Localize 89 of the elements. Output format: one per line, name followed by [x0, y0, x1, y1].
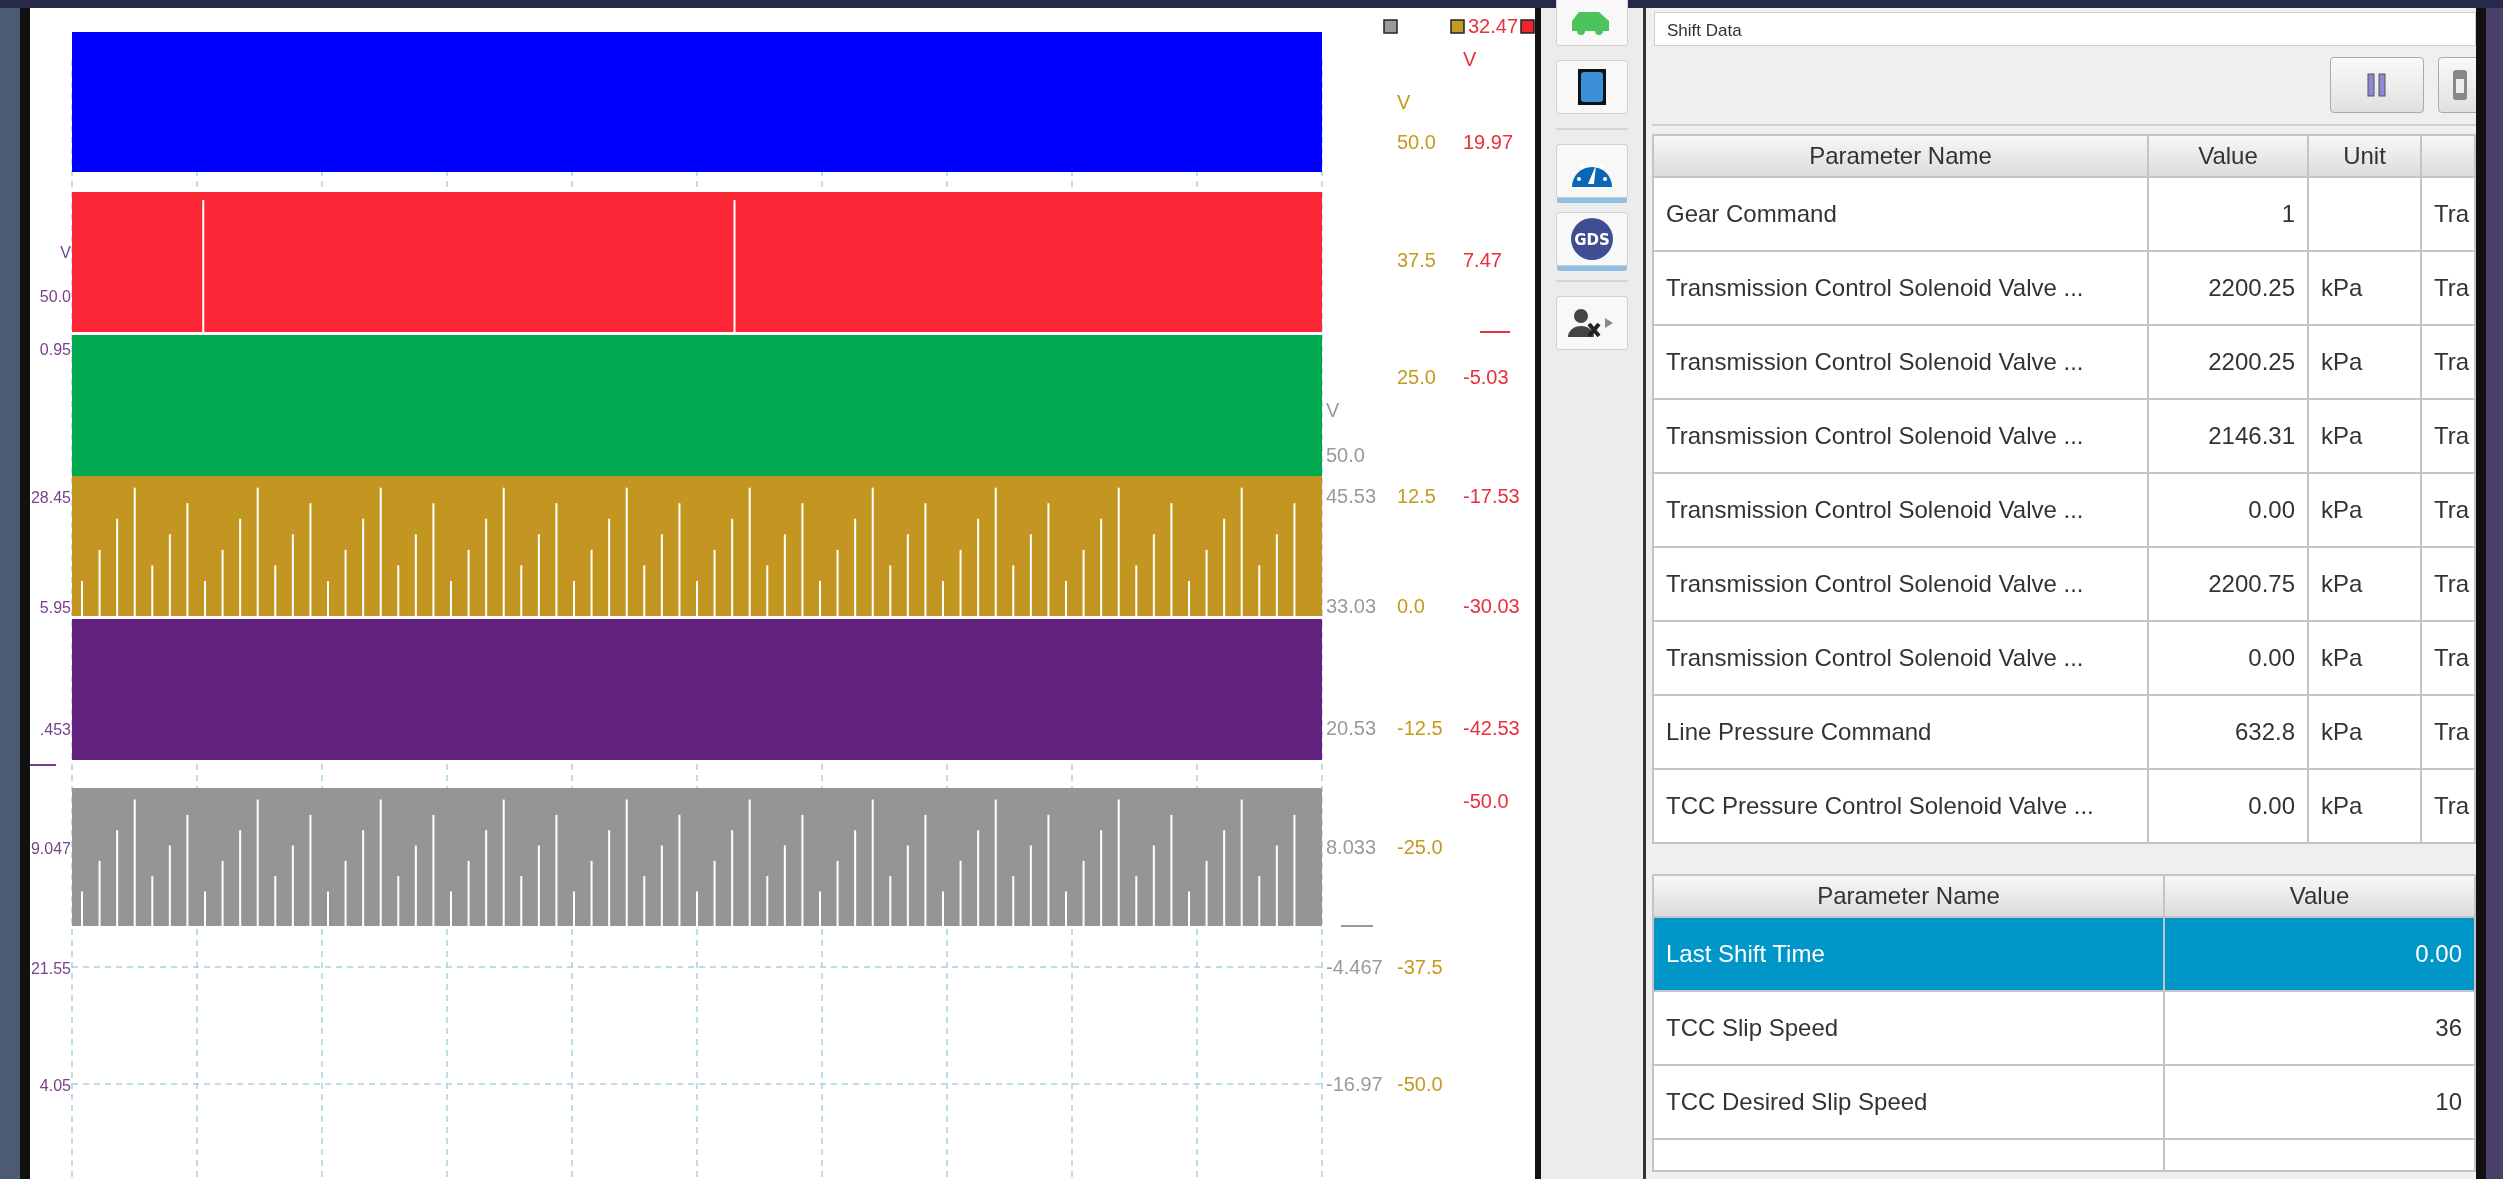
table-cell: TCC Pressure Control Solenoid Valve ... [1653, 769, 2148, 843]
axis-label: -42.53 [1463, 717, 1520, 739]
column-header[interactable]: Value [2164, 875, 2475, 917]
axis-label: V [1397, 91, 1411, 113]
table-cell: TCC Desired Slip Speed [1653, 1065, 2164, 1139]
axis-label: -50.0 [1397, 1073, 1443, 1095]
axis-label: 21.55 [30, 960, 71, 977]
table-cell: kPa [2308, 473, 2421, 547]
axis-label: -37.5 [1397, 956, 1443, 978]
table-cell: 0.00 [2148, 473, 2308, 547]
axis-label: V [60, 244, 71, 261]
axis-label: 50.0 [1326, 444, 1365, 466]
axis-label: V [1326, 399, 1340, 421]
axis-label: 28.45 [30, 489, 71, 506]
table-cell: 632.8 [2148, 695, 2308, 769]
axis-label: 8.033 [1326, 836, 1377, 858]
axis-label: 37.5 [1397, 249, 1436, 271]
axis-label: 0.95 [39, 341, 71, 358]
axis-label: 12.5 [1397, 485, 1436, 507]
square-icon [1578, 69, 1606, 105]
table-cell: kPa [2308, 325, 2421, 399]
axis-label: V [1463, 48, 1477, 70]
table-cell: Transmission Control Solenoid Valve ... [1653, 621, 2148, 695]
table-cell: kPa [2308, 399, 2421, 473]
table-cell: 2146.31 [2148, 399, 2308, 473]
axis-label: 32.47 [1468, 15, 1519, 37]
table-cell: 36 [2164, 991, 2475, 1065]
table-cell: Transmission Control Solenoid Valve ... [1653, 547, 2148, 621]
axis-label: 33.03 [1326, 595, 1377, 617]
axis-label: 19.97 [1463, 131, 1514, 153]
table-cell: Transmission Control Solenoid Valve ... [1653, 251, 2148, 325]
table-cell: kPa [2308, 621, 2421, 695]
axis-label: 25.0 [1397, 366, 1436, 388]
axis-label: 0.0 [1397, 595, 1425, 617]
axis-label: -16.97 [1326, 1073, 1383, 1095]
table-cell: 10 [2164, 1065, 2475, 1139]
axis-label: .453 [39, 721, 71, 738]
axis-label: -25.0 [1397, 836, 1443, 858]
legend-swatch[interactable] [1450, 19, 1465, 34]
axis-label: -5.03 [1463, 366, 1509, 388]
axis-label: 50.0 [1397, 131, 1436, 153]
table-cell: 1 [2148, 177, 2308, 251]
column-header[interactable]: Parameter Name [1653, 875, 2164, 917]
axis-label: -12.5 [1397, 717, 1443, 739]
user-remove-button[interactable] [1556, 296, 1628, 350]
axis-label: -4.467 [1326, 956, 1383, 978]
table-cell: Gear Command [1653, 177, 2148, 251]
table-cell: 2200.25 [2148, 251, 2308, 325]
axis-label: 45.53 [1326, 485, 1377, 507]
legend-swatch[interactable] [1520, 19, 1535, 34]
column-header[interactable]: Unit [2308, 135, 2421, 177]
axis-label: 7.47 [1463, 249, 1502, 271]
table-cell: 2200.25 [2148, 325, 2308, 399]
table-cell: Last Shift Time [1653, 917, 2164, 991]
table-cell: Line Pressure Command [1653, 695, 2148, 769]
title-field: Shift Data [1654, 12, 2476, 46]
switch-icon [2451, 69, 2469, 101]
switch-button[interactable] [2438, 57, 2476, 113]
table-cell: 0.00 [2148, 769, 2308, 843]
table-cell: kPa [2308, 695, 2421, 769]
table-cell: Transmission Control Solenoid Valve ... [1653, 325, 2148, 399]
marker-line [30, 764, 57, 766]
axis-label: -17.53 [1463, 485, 1520, 507]
axis-label: 4.05 [39, 1077, 71, 1094]
axis-label: -30.03 [1463, 595, 1520, 617]
car-button[interactable] [1556, 0, 1628, 46]
column-header[interactable]: Value [2148, 135, 2308, 177]
axis-label: 9.047 [30, 840, 71, 857]
axis-label: 5.95 [39, 599, 71, 616]
table-cell: Transmission Control Solenoid Valve ... [1653, 473, 2148, 547]
table-cell: kPa [2308, 769, 2421, 843]
pause-icon [2367, 73, 2387, 97]
legend-swatch[interactable] [1383, 19, 1398, 34]
table-cell: TCC Slip Speed [1653, 991, 2164, 1065]
table-cell: 0.00 [2164, 917, 2475, 991]
gds-logo-icon: GDS [1570, 217, 1614, 261]
table-cell: 2200.75 [2148, 547, 2308, 621]
axis-label: 20.53 [1326, 717, 1377, 739]
pause-button[interactable] [2330, 57, 2424, 113]
marker-line [1340, 925, 1374, 927]
column-header[interactable]: Parameter Name [1653, 135, 2148, 177]
marker-line [1479, 331, 1511, 333]
table-cell: kPa [2308, 251, 2421, 325]
square-button[interactable] [1556, 60, 1628, 114]
table-cell: Transmission Control Solenoid Valve ... [1653, 399, 2148, 473]
axis-label: 50.0 [39, 288, 71, 305]
table-cell: kPa [2308, 547, 2421, 621]
table-cell: 0.00 [2148, 621, 2308, 695]
axis-label: -50.0 [1463, 790, 1509, 812]
